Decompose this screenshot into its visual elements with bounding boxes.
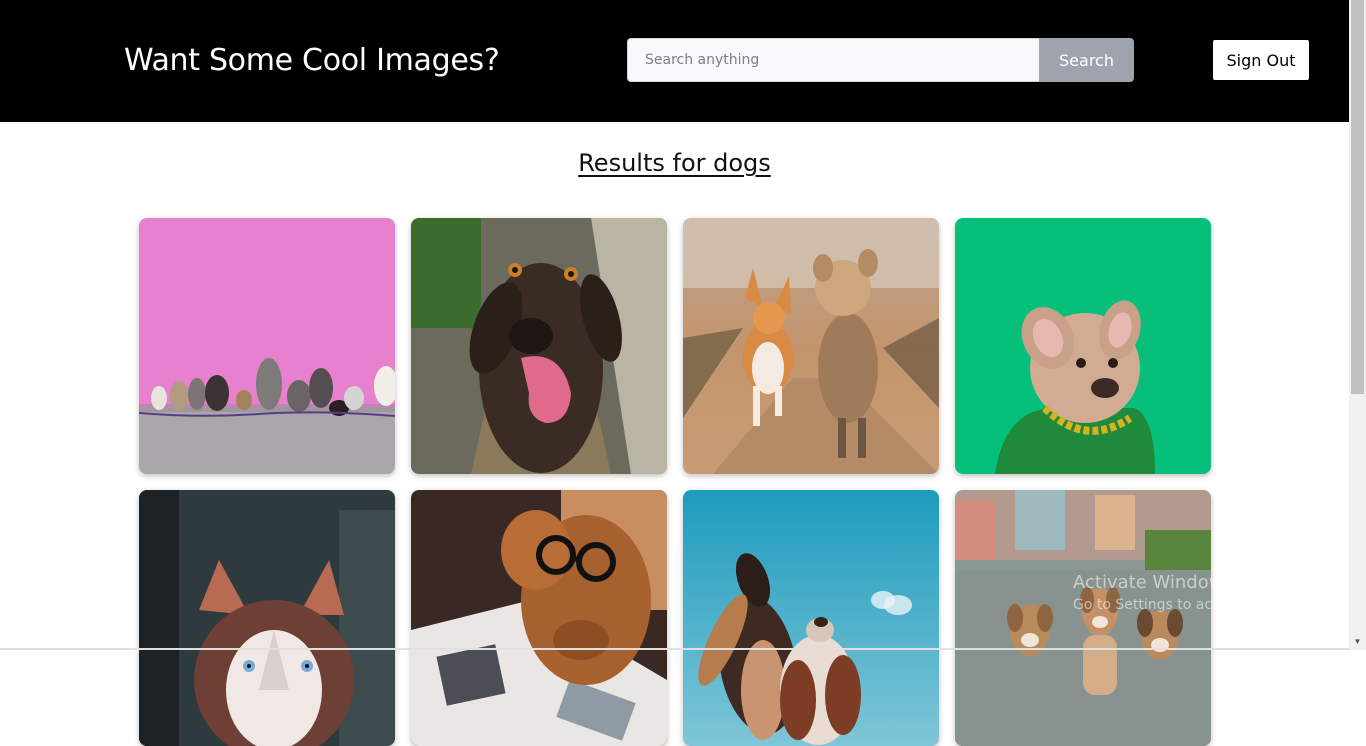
image-card-puppies-field[interactable] (955, 490, 1211, 746)
dogs-blue-sky-image (683, 490, 939, 746)
husky-image (139, 490, 395, 746)
puppies-field-image (955, 490, 1211, 746)
corgi-yorkie-image (683, 218, 939, 474)
image-card-dogs-blue-sky[interactable] (683, 490, 939, 746)
labrador-tongue-image (411, 218, 667, 474)
dog-glasses-image (411, 490, 667, 746)
search-form: Search (627, 38, 1134, 82)
vertical-scrollbar[interactable]: ▼ (1349, 0, 1366, 650)
site-title: Want Some Cool Images? (124, 43, 500, 78)
image-card-dog-glasses-reading[interactable] (411, 490, 667, 746)
app-header: Want Some Cool Images? Search Sign Out (0, 0, 1349, 122)
image-card-labrador-tongue[interactable] (411, 218, 667, 474)
french-bulldog-image (955, 218, 1211, 474)
search-button[interactable]: Search (1039, 38, 1134, 82)
results-heading: Results for dogs (578, 149, 771, 177)
scrollbar-thumb[interactable] (1351, 0, 1364, 394)
image-card-dogs-pink-wall[interactable] (139, 218, 395, 474)
scroll-down-arrow-icon[interactable]: ▼ (1349, 633, 1366, 650)
sign-out-button[interactable]: Sign Out (1213, 40, 1309, 80)
dogs-pink-wall-image (139, 218, 395, 474)
search-input[interactable] (627, 38, 1039, 82)
image-card-husky-portrait[interactable] (139, 490, 395, 746)
image-card-corgi-yorkie-running[interactable] (683, 218, 939, 474)
image-card-french-bulldog-green[interactable] (955, 218, 1211, 474)
image-grid (139, 218, 1211, 746)
